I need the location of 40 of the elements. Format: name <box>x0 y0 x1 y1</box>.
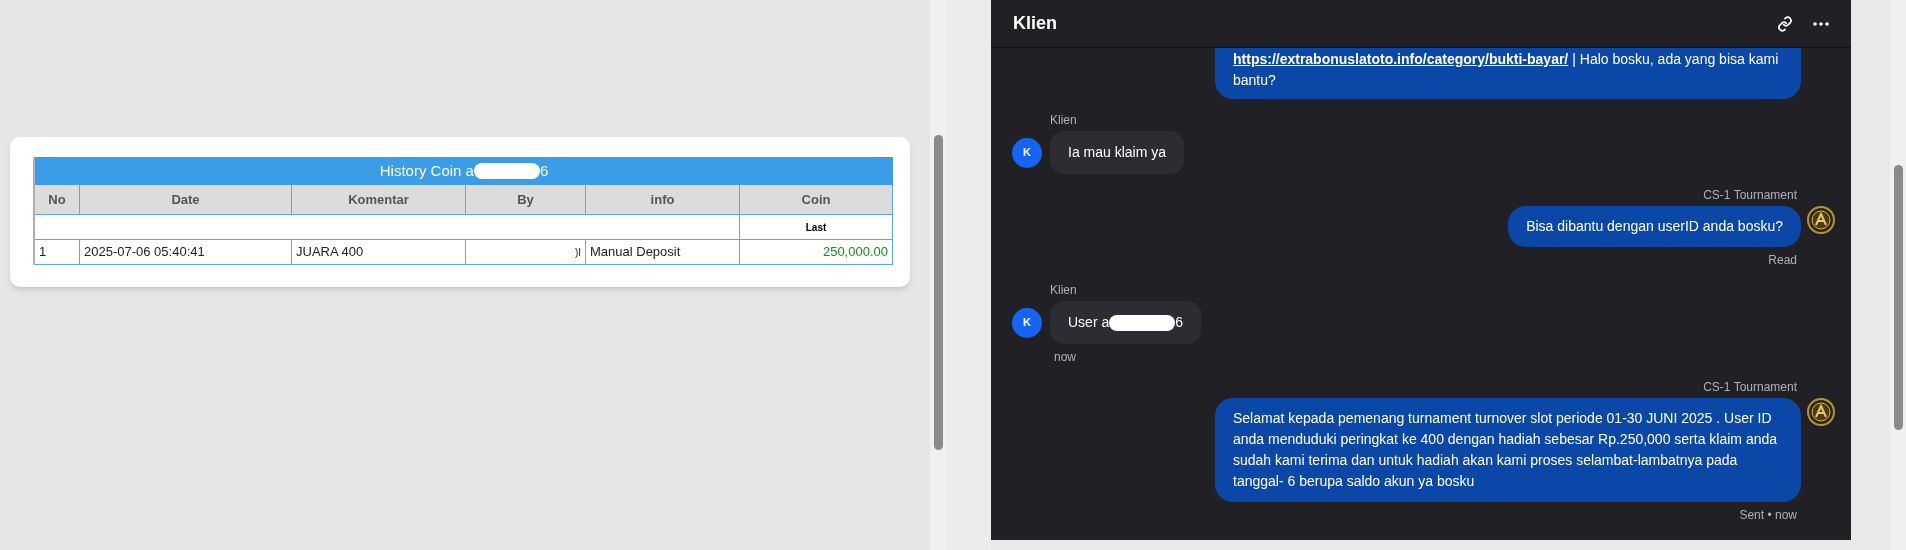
message-link[interactable]: https://extrabonuslatoto.info/category/bukti-bayar/ <box>1233 51 1569 67</box>
agent-avatar <box>1807 206 1835 234</box>
table-title-end: 6 <box>539 160 549 181</box>
message-status: now <box>1054 349 1076 366</box>
scrollbar-thumb[interactable] <box>1893 165 1903 430</box>
message-text-end: 6 <box>1175 313 1184 332</box>
sender-name: CS-1 Tournament <box>1703 379 1797 396</box>
column-header: Komentar <box>292 185 466 214</box>
message-text: User a <box>1068 313 1110 332</box>
table-cell: Manual Deposit <box>586 240 740 264</box>
client-avatar: K <box>1012 137 1042 168</box>
more-icon[interactable] <box>1813 21 1829 26</box>
column-header: Date <box>80 185 292 214</box>
sender-name: Klien <box>1050 282 1077 299</box>
table-cell: )I <box>466 240 586 264</box>
agent-message-bubble: Selamat kepada pemenang turnament turnover slot periode 01-30 JUNI 2025 . User ID anda menduduki peringkat ke 400 dengan hadiah sebesar Rp.250,000 serta klaim anda sudah kami terima dan untuk hadiah akan kami proses selambat-lambatnya pada tanggal- 6 berupa saldo akun ya bosku <box>1215 398 1801 502</box>
scrollbar-thumb[interactable] <box>933 135 943 450</box>
table-cell: 250,000.00 <box>740 240 893 264</box>
table-cell: JUARA 400 <box>292 240 466 264</box>
table-cell: 1 <box>35 240 80 264</box>
table-cell: 2025-07-06 05:40:41 <box>80 240 292 264</box>
subheader-cell: Last <box>740 215 893 239</box>
column-header: info <box>586 185 740 214</box>
redaction-mark <box>473 163 540 179</box>
message-text: Ia mau klaim ya <box>1068 143 1167 162</box>
sender-name: Klien <box>1050 112 1077 129</box>
column-header: Coin <box>740 185 893 214</box>
agent-message-bubble: Bisa dibantu dengan userID anda bosku? <box>1508 206 1801 247</box>
message-status: Sent • now <box>1739 507 1797 524</box>
message-status: Read <box>1768 252 1797 269</box>
agent-message-bubble: https://extrabonuslatoto.info/category/bukti-bayar/ | Halo bosku, ada yang bisa kami bantu? <box>1215 48 1801 99</box>
column-header: By <box>466 185 586 214</box>
table-title: History Coin a <box>379 160 474 181</box>
redaction-mark <box>1109 314 1176 331</box>
chat-title: Klien <box>1013 12 1058 35</box>
link-icon[interactable] <box>1777 15 1793 32</box>
client-avatar: K <box>1012 307 1042 338</box>
sender-name: CS-1 Tournament <box>1703 187 1797 204</box>
column-header: No <box>35 185 80 214</box>
agent-avatar <box>1807 398 1835 426</box>
